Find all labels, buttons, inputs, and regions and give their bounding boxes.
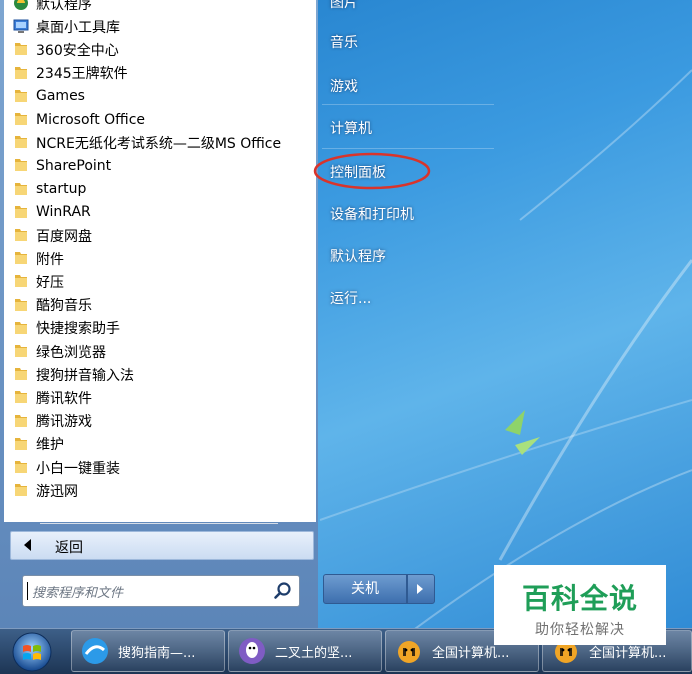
program-item[interactable]: 百度网盘 [4,224,316,247]
shutdown-button[interactable]: 关机 [323,574,407,604]
folder-icon [13,204,29,220]
program-item[interactable]: 维护 [4,433,316,456]
right-separator [322,104,494,105]
folder-icon [13,88,29,104]
right-item-devices-printers[interactable]: 设备和打印机 [330,204,414,224]
folder-icon [13,157,29,173]
watermark-title: 百科全说 [521,582,638,615]
folder-icon [13,320,29,336]
folder-icon [13,343,29,359]
program-item[interactable]: 腾讯软件 [4,386,316,409]
program-label: 腾讯游戏 [36,414,92,431]
watermark: 百科全说 助你轻松解决 [494,565,666,645]
back-arrow-icon [24,539,31,551]
folder-icon [13,273,29,289]
program-label: 搜狗拼音输入法 [36,367,134,384]
back-button[interactable]: 返回 [10,531,314,560]
taskbar-label: 搜狗指南—... [118,646,196,661]
program-item[interactable]: Microsoft Office [4,108,316,131]
start-orb-button[interactable] [10,631,54,673]
program-label: 360安全中心 [36,42,119,59]
highlight-ellipse [313,152,431,190]
program-label: 游迅网 [36,483,78,500]
search-input[interactable]: 搜索程序和文件 [22,575,300,607]
folder-icon [13,111,29,127]
program-label: NCRE无纸化考试系统—二级MS Office [36,135,282,152]
program-label: WinRAR [36,204,91,221]
folder-icon [13,436,29,452]
program-item[interactable]: 附件 [4,247,316,270]
program-item[interactable]: 搜狗拼音输入法 [4,363,316,386]
folder-icon [13,227,29,243]
right-separator [322,148,494,149]
program-label: 绿色浏览器 [36,344,106,361]
folder-icon [13,366,29,382]
program-item[interactable]: 游迅网 [4,479,316,502]
program-label: 好压 [36,274,64,291]
program-label: 酷狗音乐 [36,298,92,315]
text-cursor [27,582,28,600]
exam-tiger-icon [398,641,420,663]
program-item[interactable]: 酷狗音乐 [4,294,316,317]
program-item[interactable]: 默认程序 [4,0,316,15]
taskbar-button-sogou[interactable]: 搜狗指南—... [71,630,225,672]
taskbar-label: 二叉土的坚... [275,646,353,661]
program-label: startup [36,181,87,198]
taskbar-button-qq[interactable]: 二叉土的坚... [228,630,382,672]
watermark-subtitle: 助你轻松解决 [535,622,625,638]
right-item-default-programs[interactable]: 默认程序 [330,246,386,266]
program-label: 快捷搜索助手 [36,321,120,338]
program-item[interactable]: 绿色浏览器 [4,340,316,363]
sogou-browser-icon [82,638,108,664]
folder-icon [13,459,29,475]
program-item[interactable]: startup [4,178,316,201]
program-item[interactable]: 2345王牌软件 [4,62,316,85]
default-programs-icon [13,0,29,11]
program-label: 默认程序 [36,0,92,13]
list-separator [40,523,278,524]
folder-icon [13,482,29,498]
program-label: 腾讯软件 [36,390,92,407]
program-label: 桌面小工具库 [36,19,120,36]
folder-icon [13,181,29,197]
folder-icon [13,134,29,150]
program-item[interactable]: 小白一键重装 [4,456,316,479]
program-label: 小白一键重装 [36,460,120,477]
chevron-right-icon [417,584,423,594]
program-item[interactable]: 桌面小工具库 [4,15,316,38]
program-label: SharePoint [36,157,112,174]
program-item[interactable]: 好压 [4,270,316,293]
folder-icon [13,389,29,405]
program-item[interactable]: WinRAR [4,201,316,224]
right-item-games[interactable]: 游戏 [330,76,358,96]
folder-icon [13,413,29,429]
program-item[interactable]: Games [4,85,316,108]
shutdown-options-button[interactable] [407,574,435,604]
program-item[interactable]: 360安全中心 [4,38,316,61]
gadgets-icon [13,18,29,34]
program-label: 2345王牌软件 [36,66,128,83]
program-item[interactable]: 快捷搜索助手 [4,317,316,340]
search-placeholder: 搜索程序和文件 [32,586,124,601]
program-item[interactable]: NCRE无纸化考试系统—二级MS Office [4,131,316,154]
program-label: Microsoft Office [36,111,146,128]
program-item[interactable]: SharePoint [4,154,316,177]
qq-icon [239,638,265,664]
folder-icon [13,41,29,57]
right-item-pictures[interactable]: 图片 [330,0,358,12]
folder-icon [13,65,29,81]
right-item-computer[interactable]: 计算机 [330,118,372,138]
search-icon[interactable] [273,581,293,601]
program-label: 百度网盘 [36,228,92,245]
folder-icon [13,297,29,313]
folder-icon [13,250,29,266]
right-item-music[interactable]: 音乐 [330,32,358,52]
shutdown-control: 关机 [323,574,435,604]
program-label: Games [36,88,85,105]
right-item-run[interactable]: 运行... [330,288,371,308]
back-label: 返回 [55,540,83,556]
program-label: 附件 [36,251,64,268]
program-item[interactable]: 腾讯游戏 [4,410,316,433]
program-label: 维护 [36,437,64,454]
